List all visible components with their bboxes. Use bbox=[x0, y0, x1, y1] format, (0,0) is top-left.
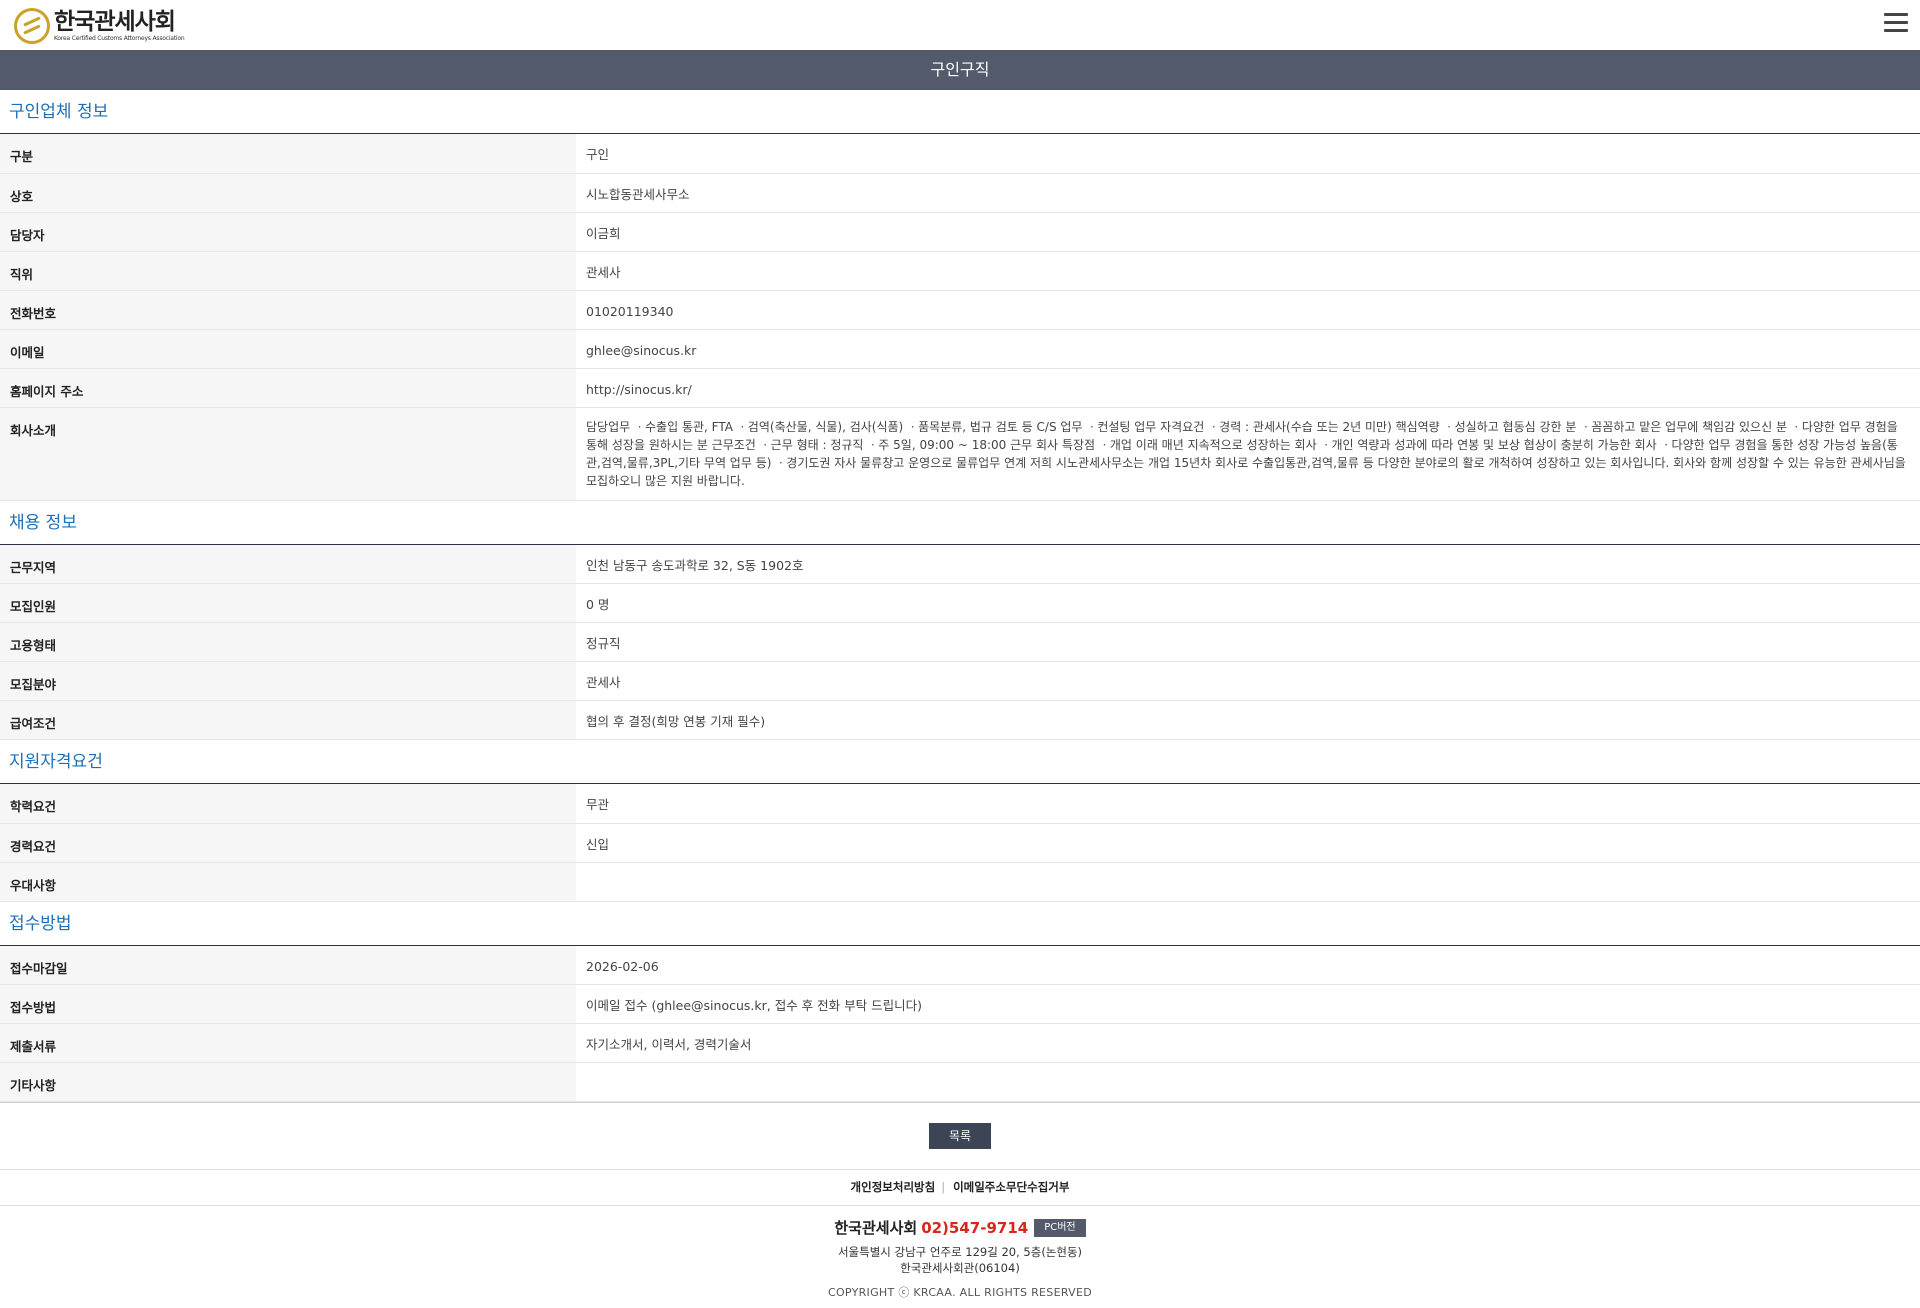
job-info-table: 근무지역 인천 남동구 송도과학로 32, S동 1902호 모집인원 0 명 … bbox=[0, 544, 1920, 740]
table-row: 담당자 이금희 bbox=[0, 212, 1920, 252]
table-row: 회사소개 담당업무 ㆍ수출입 통관, FTA ㆍ검역(축산물, 식물), 검사(… bbox=[0, 407, 1920, 501]
section-title-company: 구인업체 정보 bbox=[0, 90, 1920, 134]
list-button-area: 목록 bbox=[0, 1102, 1920, 1169]
row-label: 회사소개 bbox=[0, 407, 576, 501]
row-label: 학력요건 bbox=[0, 784, 576, 824]
row-value: 인천 남동구 송도과학로 32, S동 1902호 bbox=[576, 544, 1920, 584]
row-label: 홈페이지 주소 bbox=[0, 368, 576, 408]
table-row: 이메일 ghlee@sinocus.kr bbox=[0, 329, 1920, 369]
section-title-application: 접수방법 bbox=[0, 902, 1920, 946]
logo-text: 한국관세사회 Korea Certified Customs Attorneys… bbox=[54, 8, 185, 42]
row-value bbox=[576, 862, 1920, 902]
row-value: 자기소개서, 이력서, 경력기술서 bbox=[576, 1023, 1920, 1063]
row-label: 직위 bbox=[0, 251, 576, 291]
list-button[interactable]: 목록 bbox=[929, 1123, 991, 1149]
footer-copyright: COPYRIGHT ⓒ KRCAA. ALL RIGHTS RESERVED bbox=[827, 1286, 1093, 1299]
table-row: 근무지역 인천 남동구 송도과학로 32, S동 1902호 bbox=[0, 544, 1920, 584]
footer-phone: 02)547-9714 bbox=[921, 1219, 1029, 1237]
section-title-job: 채용 정보 bbox=[0, 501, 1920, 545]
table-row: 직위 관세사 bbox=[0, 251, 1920, 291]
address-line-1: 서울특별시 강남구 언주로 129길 20, 5층(논현동) bbox=[837, 1245, 1083, 1259]
row-label: 기타사항 bbox=[0, 1062, 576, 1102]
row-value: 관세사 bbox=[576, 251, 1920, 291]
table-row: 기타사항 bbox=[0, 1062, 1920, 1102]
row-label: 급여조건 bbox=[0, 700, 576, 740]
row-value: 정규직 bbox=[576, 622, 1920, 662]
logo-emblem-icon bbox=[14, 8, 50, 44]
pc-version-button[interactable]: PC버전 bbox=[1034, 1218, 1086, 1237]
row-value: 신입 bbox=[576, 823, 1920, 863]
table-row: 학력요건 무관 bbox=[0, 784, 1920, 824]
company-intro-value: 담당업무 ㆍ수출입 통관, FTA ㆍ검역(축산물, 식물), 검사(식품) ㆍ… bbox=[576, 407, 1920, 501]
address-line-2: 한국관세사회관(06104) bbox=[900, 1261, 1020, 1275]
row-label: 모집인원 bbox=[0, 583, 576, 623]
row-label: 우대사항 bbox=[0, 862, 576, 902]
footer-name-row: 한국관세사회 02)547-9714 PC버전 bbox=[0, 1216, 1920, 1240]
table-row: 모집분야 관세사 bbox=[0, 661, 1920, 701]
table-row: 전화번호 01020119340 bbox=[0, 290, 1920, 330]
application-table: 접수마감일 2026-02-06 접수방법 이메일 접수 (ghlee@sino… bbox=[0, 945, 1920, 1102]
row-value: 이금희 bbox=[576, 212, 1920, 252]
table-row: 모집인원 0 명 bbox=[0, 583, 1920, 623]
homepage-value: http://sinocus.kr/ bbox=[576, 368, 1920, 408]
qualification-table: 학력요건 무관 경력요건 신입 우대사항 bbox=[0, 784, 1920, 902]
logo-english: Korea Certified Customs Attorneys Associ… bbox=[54, 34, 185, 42]
logo-korean: 한국관세사회 bbox=[54, 8, 176, 35]
footer-info: 한국관세사회 02)547-9714 PC버전 서울특별시 강남구 언주로 129길… bbox=[0, 1206, 1920, 1300]
row-value: 01020119340 bbox=[576, 290, 1920, 330]
email-collection-refusal-link[interactable]: 이메일주소무단수집거부 bbox=[953, 1180, 1069, 1194]
row-label: 상호 bbox=[0, 173, 576, 213]
table-row: 급여조건 협의 후 결정(희망 연봉 기재 필수) bbox=[0, 700, 1920, 740]
row-label: 이메일 bbox=[0, 329, 576, 369]
row-value: 구인 bbox=[576, 134, 1920, 174]
email-value: ghlee@sinocus.kr bbox=[576, 329, 1920, 369]
top-header: 한국관세사회 Korea Certified Customs Attorneys… bbox=[0, 0, 1920, 50]
site-logo[interactable]: 한국관세사회 Korea Certified Customs Attorneys… bbox=[14, 8, 185, 44]
row-label: 모집분야 bbox=[0, 661, 576, 701]
table-row: 우대사항 bbox=[0, 862, 1920, 902]
link-separator: | bbox=[941, 1180, 946, 1194]
table-row: 홈페이지 주소 http://sinocus.kr/ bbox=[0, 368, 1920, 408]
table-row: 고용형태 정규직 bbox=[0, 622, 1920, 662]
row-value: 협의 후 결정(희망 연봉 기재 필수) bbox=[576, 700, 1920, 740]
row-value: 시노합동관세사무소 bbox=[576, 173, 1920, 213]
row-label: 담당자 bbox=[0, 212, 576, 252]
row-label: 전화번호 bbox=[0, 290, 576, 330]
table-row: 접수방법 이메일 접수 (ghlee@sinocus.kr, 접수 후 전화 부… bbox=[0, 984, 1920, 1024]
row-value: 이메일 접수 (ghlee@sinocus.kr, 접수 후 전화 부탁 드립니… bbox=[576, 984, 1920, 1024]
row-value: 0 명 bbox=[576, 583, 1920, 623]
row-label: 제출서류 bbox=[0, 1023, 576, 1063]
row-label: 경력요건 bbox=[0, 823, 576, 863]
table-row: 접수마감일 2026-02-06 bbox=[0, 945, 1920, 985]
row-value: 2026-02-06 bbox=[576, 945, 1920, 985]
footer-org-name: 한국관세사회 bbox=[834, 1219, 918, 1237]
footer-address: 서울특별시 강남구 언주로 129길 20, 5층(논현동) 한국관세사회관(0… bbox=[0, 1244, 1920, 1276]
page-title: 구인구직 bbox=[0, 50, 1920, 90]
row-label: 구분 bbox=[0, 134, 576, 174]
row-label: 고용형태 bbox=[0, 622, 576, 662]
table-row: 구분 구인 bbox=[0, 134, 1920, 174]
table-row: 상호 시노합동관세사무소 bbox=[0, 173, 1920, 213]
row-value bbox=[576, 1062, 1920, 1102]
row-value: 관세사 bbox=[576, 661, 1920, 701]
row-label: 접수마감일 bbox=[0, 945, 576, 985]
footer-links: 개인정보처리방침 | 이메일주소무단수집거부 bbox=[0, 1169, 1920, 1206]
section-title-qualification: 지원자격요건 bbox=[0, 740, 1920, 784]
row-value: 무관 bbox=[576, 784, 1920, 824]
privacy-policy-link[interactable]: 개인정보처리방침 bbox=[851, 1180, 936, 1194]
row-label: 접수방법 bbox=[0, 984, 576, 1024]
table-row: 경력요건 신입 bbox=[0, 823, 1920, 863]
company-info-table: 구분 구인 상호 시노합동관세사무소 담당자 이금희 직위 관세사 전화번호 0… bbox=[0, 134, 1920, 501]
table-row: 제출서류 자기소개서, 이력서, 경력기술서 bbox=[0, 1023, 1920, 1063]
hamburger-menu-icon[interactable] bbox=[1884, 13, 1908, 33]
row-label: 근무지역 bbox=[0, 544, 576, 584]
